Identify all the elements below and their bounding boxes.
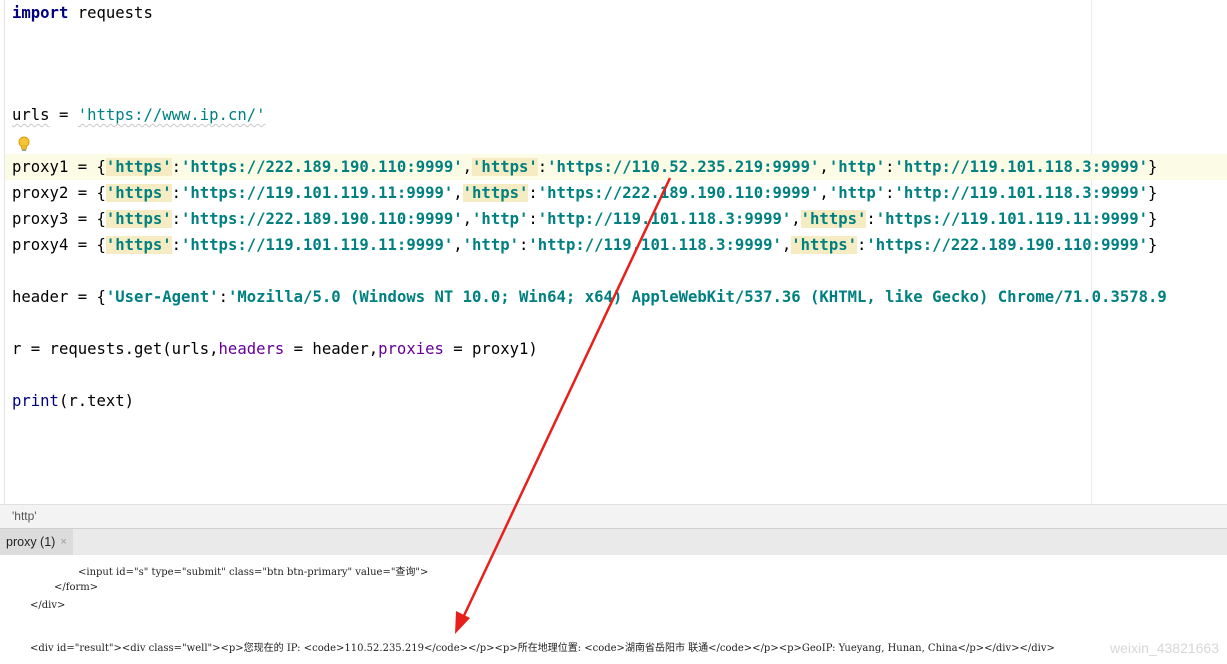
proxy-value: 'http://119.101.118.3:9999' — [894, 184, 1149, 202]
colon: : — [519, 236, 529, 254]
proxy-var: proxy3 = { — [12, 210, 106, 228]
comma: , — [453, 184, 463, 202]
proxy-key: 'https' — [462, 184, 529, 202]
proxy-key: 'https' — [105, 184, 172, 202]
lightbulb-icon[interactable] — [17, 136, 31, 154]
proxy-key: 'http' — [828, 184, 886, 202]
colon: : — [528, 210, 538, 228]
colon: : — [528, 184, 538, 202]
proxy-var: proxy1 = { — [12, 158, 106, 176]
code-line-request[interactable]: r = requests.get(urls,headers = header,p… — [12, 336, 538, 362]
colon: : — [866, 210, 876, 228]
console-line: </div> — [30, 600, 66, 611]
proxy-value: 'http://119.101.118.3:9999' — [528, 236, 782, 254]
comma: , — [791, 210, 801, 228]
brace: } — [1148, 184, 1158, 202]
close-icon[interactable]: × — [60, 536, 66, 548]
code-line-proxy2[interactable]: proxy2 = {'https':'https://119.101.119.1… — [12, 180, 1157, 206]
code-line-print[interactable]: print(r.text) — [12, 388, 134, 414]
proxy-value: 'https://119.101.119.11:9999' — [181, 184, 454, 202]
proxy-key: 'https' — [800, 210, 867, 228]
code-editor[interactable]: import requests urls = 'https://www.ip.c… — [0, 0, 1227, 504]
colon: : — [856, 236, 867, 254]
proxy-var: proxy2 = { — [12, 184, 106, 202]
colon: : — [171, 158, 181, 176]
code-line-urls[interactable]: urls = 'https://www.ip.cn/' — [12, 102, 266, 128]
proxy-key: 'https' — [105, 158, 172, 176]
proxy-key: 'http' — [828, 158, 886, 176]
brace: } — [1148, 210, 1158, 228]
proxy-value: 'http://119.101.118.3:9999' — [537, 210, 792, 228]
comma: , — [462, 158, 473, 176]
breadcrumb[interactable]: 'http' — [12, 509, 37, 523]
colon: : — [171, 236, 181, 254]
brace: } — [1148, 158, 1158, 176]
colon: : — [885, 158, 895, 176]
run-tab-bar: proxy (1) × — [0, 528, 1227, 556]
proxy-value: 'https://110.52.235.219:9999' — [547, 158, 820, 176]
proxy-key: 'http' — [472, 210, 529, 228]
code-line-proxy1[interactable]: proxy1 = {'https':'https://222.189.190.1… — [12, 154, 1157, 180]
colon: : — [885, 184, 895, 202]
proxy-value: 'https://222.189.190.110:9999' — [181, 158, 463, 176]
proxy-value: 'https://222.189.190.110:9999' — [181, 210, 463, 228]
breadcrumb-bar: 'http' — [0, 504, 1227, 529]
proxy-value: 'https://222.189.190.110:9999' — [866, 236, 1149, 254]
code-line-proxy4[interactable]: proxy4 = {'https':'https://119.101.119.1… — [12, 232, 1157, 258]
proxy-key: 'https' — [791, 236, 857, 254]
proxy-key: 'https' — [472, 158, 538, 176]
proxy-value: 'https://222.189.190.110:9999' — [537, 184, 820, 202]
proxy-value: 'https://119.101.119.11:9999' — [181, 236, 454, 254]
comma: , — [781, 236, 792, 254]
proxy-key: 'https' — [105, 236, 172, 254]
console-line: <input id="s" type="submit" class="btn b… — [78, 567, 429, 578]
proxy-key: 'http' — [462, 236, 519, 254]
proxy-key: 'https' — [105, 210, 172, 228]
proxy-value: 'https://119.101.119.11:9999' — [875, 210, 1149, 228]
run-tab-proxy[interactable]: proxy (1) × — [0, 529, 73, 555]
colon: : — [171, 210, 181, 228]
console-line: </form> — [54, 582, 99, 593]
gutter-border — [4, 0, 5, 504]
code-line-header[interactable]: header = {'User-Agent':'Mozilla/5.0 (Win… — [12, 284, 1167, 310]
watermark: weixin_43821663 — [1110, 640, 1219, 656]
comma: , — [453, 236, 463, 254]
colon: : — [537, 158, 548, 176]
console-line: <div id="result"><div class="well"><p>您现… — [30, 643, 1055, 654]
proxy-value: 'http://119.101.118.3:9999' — [894, 158, 1149, 176]
comma: , — [819, 158, 829, 176]
run-console-output[interactable]: <input id="s" type="submit" class="btn b… — [0, 555, 1227, 664]
run-tab-label: proxy (1) — [6, 535, 56, 549]
code-line-import[interactable]: import requests — [12, 0, 153, 26]
code-line-proxy3[interactable]: proxy3 = {'https':'https://222.189.190.1… — [12, 206, 1157, 232]
brace: } — [1148, 236, 1158, 254]
comma: , — [819, 184, 829, 202]
comma: , — [462, 210, 473, 228]
proxy-var: proxy4 = { — [12, 236, 106, 254]
colon: : — [171, 184, 181, 202]
